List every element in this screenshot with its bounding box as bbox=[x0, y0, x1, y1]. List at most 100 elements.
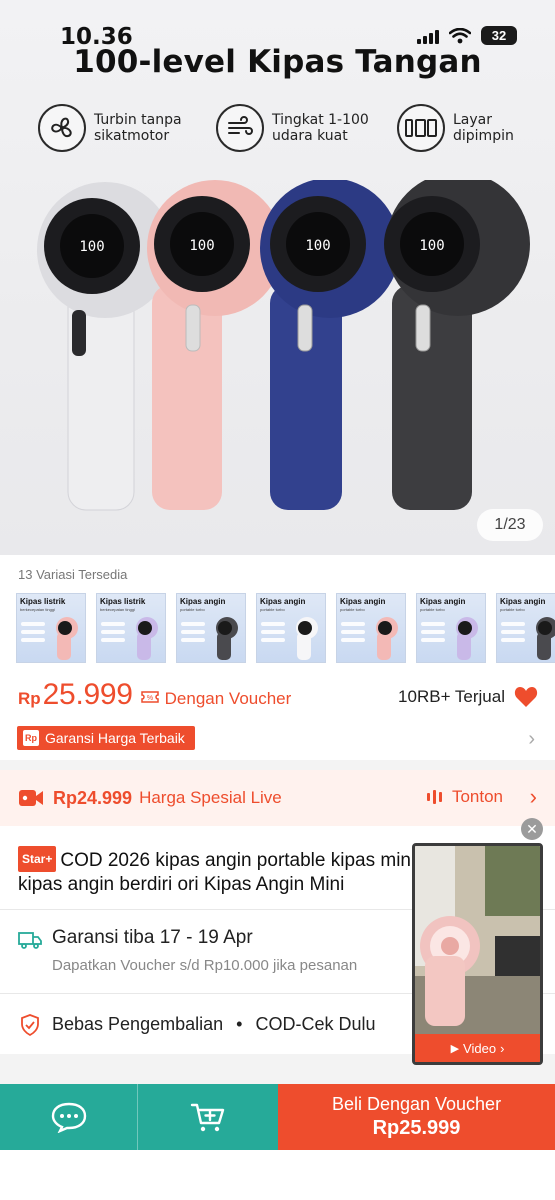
variant-sublabel: berkecepatan tinggi bbox=[20, 607, 55, 612]
variant-bar bbox=[21, 622, 45, 626]
banner-title: 100-level Kipas Tangan bbox=[73, 44, 482, 80]
variant-thumbnail[interactable]: Kipas listrik berkecepatan tinggi bbox=[96, 593, 166, 663]
variant-fan-image bbox=[376, 617, 398, 660]
variant-bar bbox=[261, 638, 285, 642]
variant-thumbnails: Kipas listrik berkecepatan tinggi Kipas li… bbox=[16, 593, 555, 663]
feature-display: Layar dipimpin bbox=[397, 104, 514, 152]
variant-bar bbox=[501, 622, 525, 626]
variant-bar bbox=[341, 638, 365, 642]
close-icon[interactable]: ✕ bbox=[521, 818, 543, 840]
shipping-guarantee[interactable]: Garansi tiba 17 - 19 Apr bbox=[52, 927, 253, 949]
add-to-cart-button[interactable] bbox=[138, 1084, 278, 1150]
variant-thumbnail[interactable]: Kipas angin portable turbo bbox=[336, 593, 406, 663]
variant-thumbnail[interactable]: Kipas angin portable turbo bbox=[176, 593, 246, 663]
variant-bar bbox=[421, 622, 445, 626]
variant-bar bbox=[421, 638, 445, 642]
variant-label: Kipas angin bbox=[420, 597, 466, 606]
fan-black: 100 bbox=[384, 180, 530, 510]
shield-check-icon bbox=[21, 1014, 39, 1036]
free-return-label: Bebas Pengembalian bbox=[52, 1014, 224, 1034]
video-button[interactable]: ▶ Video › bbox=[415, 1034, 540, 1062]
live-bars-icon bbox=[426, 790, 442, 804]
variant-bar bbox=[421, 630, 445, 634]
fan-icon bbox=[38, 104, 86, 152]
watch-live-button[interactable]: Tonton bbox=[426, 787, 503, 807]
variant-fan-image bbox=[536, 617, 555, 660]
variant-bar bbox=[261, 630, 285, 634]
feature-level: Tingkat 1-100 udara kuat bbox=[216, 104, 369, 152]
variant-label: Kipas listrik bbox=[100, 597, 146, 606]
cart-plus-icon bbox=[190, 1103, 225, 1132]
chat-button[interactable] bbox=[0, 1084, 138, 1150]
variant-bar bbox=[21, 638, 45, 642]
variant-bar bbox=[101, 622, 125, 626]
variant-sublabel: portable turbo bbox=[260, 607, 285, 612]
chevron-right-icon: › bbox=[500, 1040, 505, 1056]
price-amount: 25.999 bbox=[42, 678, 133, 711]
return-policy[interactable]: Bebas Pengembalian • COD-Cek Dulu bbox=[52, 1014, 376, 1035]
variant-label: Kipas angin bbox=[500, 597, 546, 606]
video-camera-icon bbox=[19, 790, 43, 806]
play-icon: ▶ bbox=[450, 1042, 460, 1055]
star-plus-badge: Star+ bbox=[18, 846, 57, 872]
wind-icon bbox=[216, 104, 264, 152]
feature-text: Turbin tanpa sikatmotor bbox=[94, 112, 182, 144]
shipping-voucher-info: Dapatkan Voucher s/d Rp10.000 jika pesan… bbox=[52, 957, 358, 974]
floating-video-player[interactable]: ▶ Video › bbox=[412, 843, 543, 1065]
fan-blue: 100 bbox=[260, 180, 400, 510]
variant-bar bbox=[101, 638, 125, 642]
video-thumbnail bbox=[415, 846, 540, 1036]
watch-label: Tonton bbox=[451, 787, 503, 806]
price-row: Rp 25.999 % Dengan Voucher bbox=[18, 678, 291, 712]
variant-sublabel: portable turbo bbox=[180, 607, 205, 612]
product-title: Star+ COD 2026 kipas angin portable kipas… bbox=[18, 846, 438, 894]
video-label: Video bbox=[463, 1040, 497, 1056]
variant-label: Kipas listrik bbox=[20, 597, 66, 606]
live-price-banner[interactable]: Rp24.999 Harga Spesial Live Tonton › bbox=[0, 770, 555, 826]
chevron-right-icon[interactable]: › bbox=[528, 728, 535, 751]
variant-bar bbox=[501, 638, 525, 642]
svg-text:100: 100 bbox=[305, 238, 330, 254]
variant-bar bbox=[261, 622, 285, 626]
variant-bar bbox=[341, 622, 365, 626]
variant-fan-image bbox=[136, 617, 158, 660]
variants-title: 13 Variasi Tersedia bbox=[18, 567, 128, 582]
svg-text:100: 100 bbox=[189, 238, 214, 254]
variant-thumbnail[interactable]: Kipas angin portable turbo bbox=[256, 593, 326, 663]
variant-sublabel: portable turbo bbox=[500, 607, 525, 612]
product-title-text: COD 2026 kipas angin portable kipas mini… bbox=[18, 850, 416, 894]
svg-text:%: % bbox=[147, 695, 153, 702]
buy-with-voucher-button[interactable]: Beli Dengan Voucher Rp25.999 bbox=[278, 1084, 555, 1150]
variant-bar bbox=[21, 630, 45, 634]
feature-turbine: Turbin tanpa sikatmotor bbox=[38, 104, 182, 152]
variant-bar bbox=[181, 638, 205, 642]
best-price-badge[interactable]: Rp Garansi Harga Terbaik bbox=[17, 726, 195, 750]
svg-text:100: 100 bbox=[419, 238, 444, 254]
truck-icon bbox=[18, 932, 42, 949]
variant-bar bbox=[181, 630, 205, 634]
buy-label: Beli Dengan Voucher bbox=[331, 1094, 502, 1114]
feature-text: Layar dipimpin bbox=[453, 112, 514, 144]
chevron-right-icon[interactable]: › bbox=[530, 784, 537, 810]
variant-thumbnail[interactable]: Kipas listrik berkecepatan tinggi bbox=[16, 593, 86, 663]
price-currency: Rp bbox=[18, 689, 41, 708]
variant-sublabel: portable turbo bbox=[340, 607, 365, 612]
variant-thumbnail[interactable]: Kipas angin portable turbo bbox=[496, 593, 555, 663]
live-price: Rp24.999 bbox=[53, 787, 133, 808]
variant-bar bbox=[501, 630, 525, 634]
variant-bar bbox=[101, 630, 125, 634]
cellular-signal-icon bbox=[417, 28, 439, 44]
variant-fan-image bbox=[56, 617, 78, 660]
best-price-label: Garansi Harga Terbaik bbox=[45, 730, 185, 746]
price-voucher-label: Dengan Voucher bbox=[164, 689, 292, 708]
heart-icon[interactable] bbox=[514, 686, 538, 708]
variant-thumbnail[interactable]: Kipas angin portable turbo bbox=[416, 593, 486, 663]
feature-text: Tingkat 1-100 udara kuat bbox=[272, 112, 369, 144]
variant-fan-image bbox=[216, 617, 238, 660]
cod-check-label: COD-Cek Dulu bbox=[255, 1014, 376, 1034]
chat-icon bbox=[51, 1102, 86, 1133]
product-image-carousel[interactable]: 10.36 32 100-level Kipas Tangan Turbin t… bbox=[0, 0, 555, 555]
buy-price: Rp25.999 bbox=[372, 1117, 461, 1139]
variant-fan-image bbox=[456, 617, 478, 660]
bottom-action-bar: Beli Dengan Voucher Rp25.999 bbox=[0, 1084, 555, 1150]
